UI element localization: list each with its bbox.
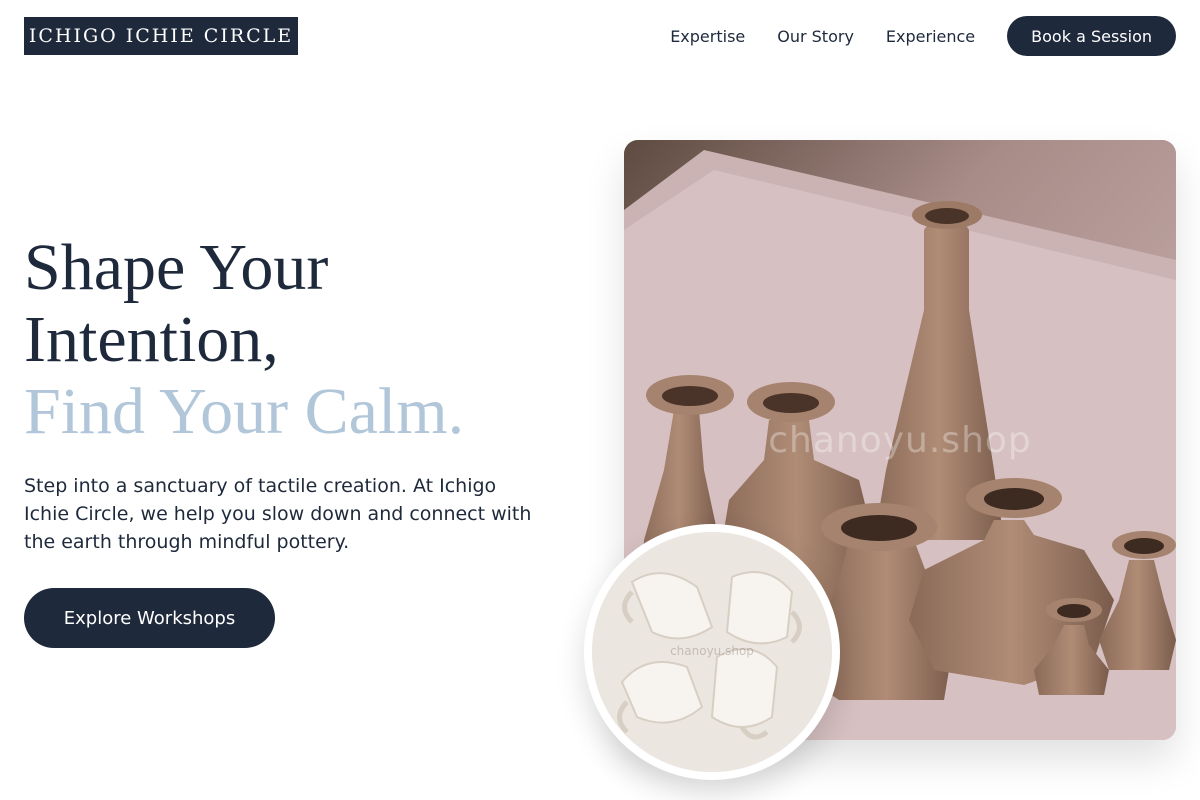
circle-image-cups: chanoyu.shop — [584, 524, 840, 780]
book-session-button[interactable]: Book a Session — [1007, 16, 1176, 56]
nav-link-expertise[interactable]: Expertise — [670, 27, 745, 46]
nav-link-experience[interactable]: Experience — [886, 27, 975, 46]
hero-description: Step into a sanctuary of tactile creatio… — [24, 475, 532, 553]
main-image-watermark: chanoyu.shop — [768, 420, 1032, 461]
circle-image-watermark: chanoyu.shop — [670, 644, 754, 658]
nav-link-our-story[interactable]: Our Story — [777, 27, 854, 46]
main-nav: Expertise Our Story Experience Book a Se… — [670, 16, 1176, 56]
logo[interactable]: ICHIGO ICHIE CIRCLE — [24, 17, 298, 55]
hero-title: Shape Your Intention, Find Your Calm. — [24, 232, 584, 448]
hero-title-line-2: Intention, — [24, 303, 279, 376]
hero-title-accent: Find Your Calm. — [24, 375, 465, 448]
circle-image-inner: chanoyu.shop — [592, 532, 832, 772]
explore-workshops-button[interactable]: Explore Workshops — [24, 588, 275, 648]
hero-title-line-1: Shape Your — [24, 231, 329, 304]
